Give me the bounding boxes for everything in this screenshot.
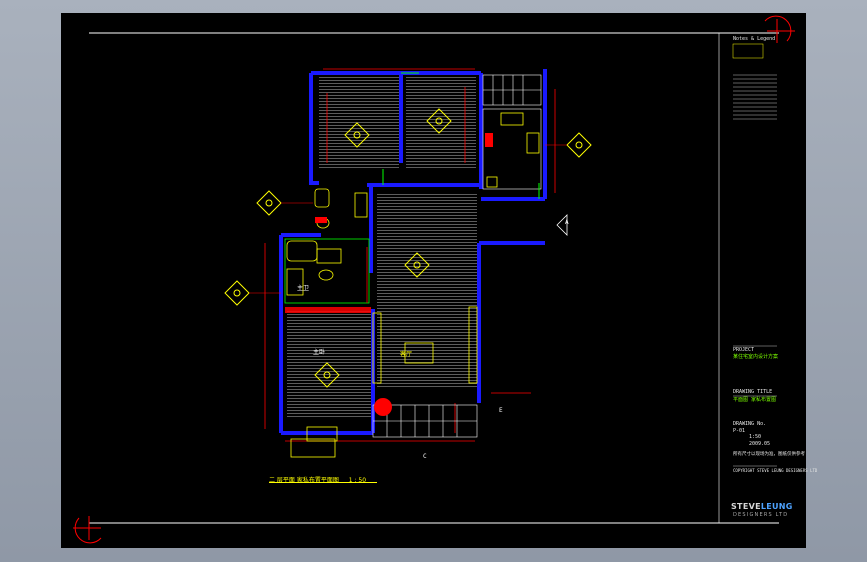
remarks: 所有尺寸以现场为准，图纸仅供参考 xyxy=(733,452,805,457)
brand-primary: STEVE xyxy=(731,502,761,511)
bath-vanity xyxy=(315,217,327,223)
drawing-sheet: 客厅 主卧 主卫 A C E 二 层平面 家私布置平面图 1 : 50 Note… xyxy=(61,13,817,548)
kitchen-fixtures xyxy=(486,112,540,188)
notes-heading: Notes & Legend xyxy=(733,36,776,42)
kitchen-grid xyxy=(482,74,542,190)
bedroom-2-floor xyxy=(319,77,399,169)
copyright: COPYRIGHT STEVE LEUNG DESIGNERS LTD xyxy=(733,468,818,473)
axis-mark-a: A xyxy=(565,219,569,226)
wardrobe xyxy=(285,307,371,313)
scale-value: 1:50 xyxy=(749,434,762,440)
brand-accent: LEUNG xyxy=(760,502,793,511)
living-room-floor xyxy=(377,193,477,389)
project-value: 某住宅室内设计方案 xyxy=(733,354,779,360)
drawing-title-label: DRAWING TITLE xyxy=(733,389,773,395)
kitchen-appliance xyxy=(485,133,493,147)
axis-mark-e: E xyxy=(499,407,503,414)
titleblock-rules xyxy=(733,74,777,467)
room-label-master-bath: 主卫 xyxy=(297,285,310,292)
legend-box xyxy=(732,43,764,59)
drawing-title-underline xyxy=(269,482,377,483)
date-value: 2009.05 xyxy=(749,441,771,447)
floor-plan-drawing xyxy=(73,15,795,544)
brand-sub: DESIGNERS LTD xyxy=(733,512,789,518)
room-label-living: 客厅 xyxy=(400,351,413,358)
corner-mark-bottom-left xyxy=(73,516,102,544)
balcony-red-marker xyxy=(374,398,392,416)
axis-mark-c: C xyxy=(423,453,427,460)
drawing-no-value: P-01 xyxy=(733,428,746,434)
drawing-title-value: 平面图 家私布置图 xyxy=(733,397,777,403)
brand-logo: STEVELEUNG xyxy=(731,502,793,511)
drawing-no-label: DRAWING No. xyxy=(733,421,767,427)
master-bath-fixtures xyxy=(286,240,342,296)
room-label-master-bedroom: 主卧 xyxy=(313,349,326,356)
